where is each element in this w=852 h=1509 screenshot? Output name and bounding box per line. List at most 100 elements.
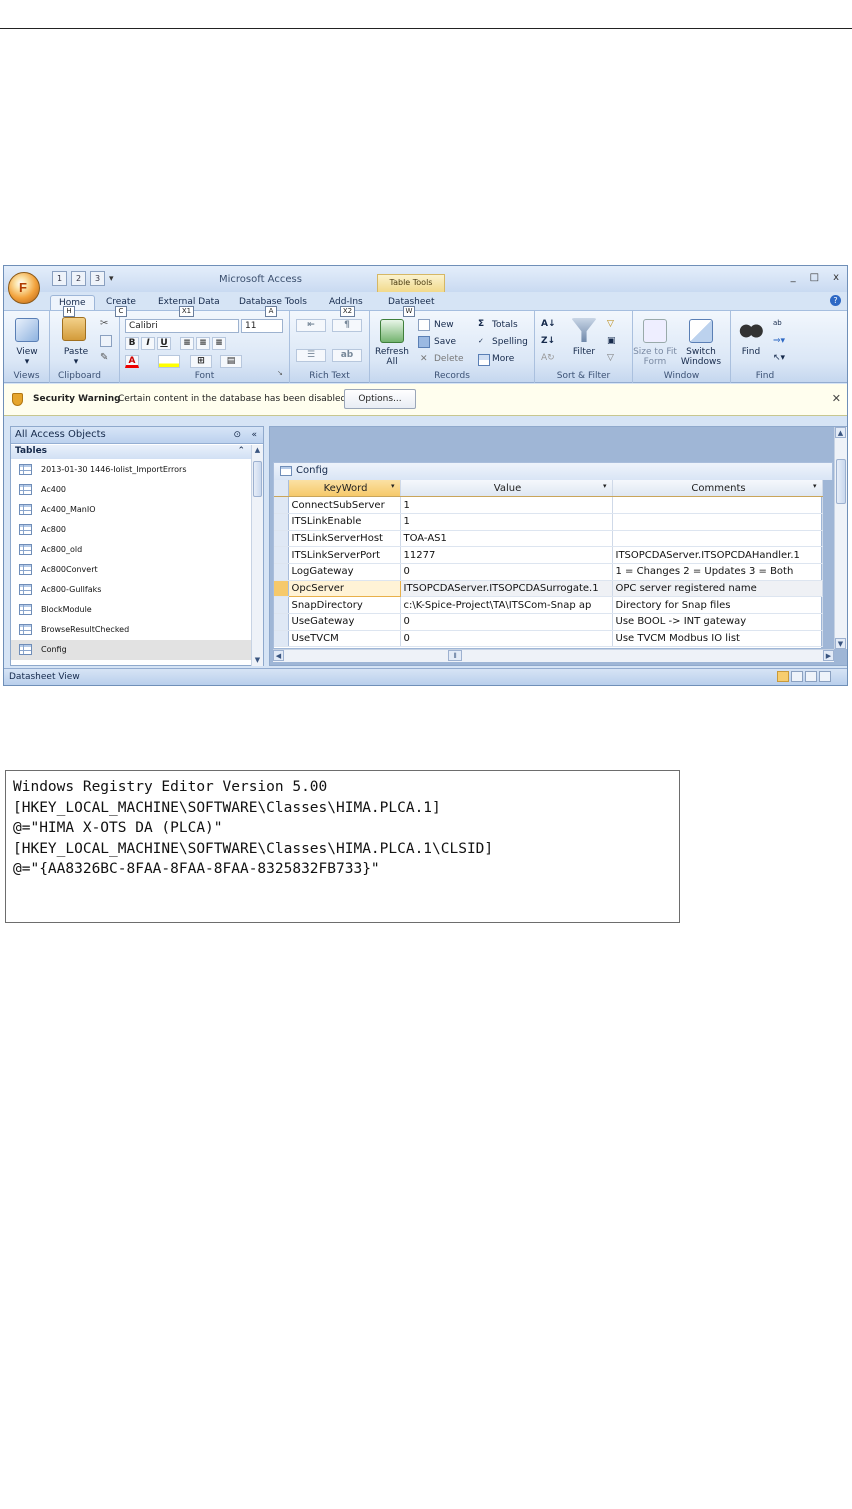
row-selector[interactable] xyxy=(274,630,289,648)
chevron-down-icon[interactable]: ▾ xyxy=(391,482,395,490)
table-row-current[interactable]: OpcServer ITSOPCDAServer.ITSOPCDASurrogat… xyxy=(274,579,823,598)
cell-value[interactable]: 0 xyxy=(400,630,613,648)
chevron-down-icon[interactable]: ▾ xyxy=(813,482,817,490)
nav-item[interactable]: Ac400 xyxy=(11,480,251,500)
cell-comments[interactable] xyxy=(612,513,823,531)
select-icon[interactable]: ↖▾ xyxy=(773,353,785,363)
cell-keyword[interactable]: SnapDirectory xyxy=(288,596,401,614)
cell-comments[interactable]: 1 = Changes 2 = Updates 3 = Both xyxy=(612,563,823,581)
scroll-down-icon[interactable]: ▼ xyxy=(835,638,846,649)
vertical-scroll-thumb[interactable] xyxy=(836,459,846,504)
row-selector[interactable] xyxy=(274,546,289,564)
cell-value[interactable]: 0 xyxy=(400,563,613,581)
font-dialog-launcher-icon[interactable]: ↘ xyxy=(277,369,289,381)
spelling-icon[interactable]: ✓ xyxy=(478,337,484,345)
options-button[interactable]: Options... xyxy=(344,389,416,409)
toggle-filter-icon[interactable]: ▽ xyxy=(607,353,614,363)
scroll-right-icon[interactable]: ▶ xyxy=(823,650,834,661)
table-row[interactable]: SnapDirectory c:\K-Spice-Project\TA\ITSCo… xyxy=(274,596,823,614)
sort-ascending-icon[interactable]: A↓ xyxy=(541,319,556,329)
row-selector[interactable] xyxy=(274,513,289,531)
close-button[interactable]: x xyxy=(833,272,839,283)
bold-button[interactable]: B xyxy=(125,337,139,350)
font-name-combo[interactable]: Calibri xyxy=(125,319,239,333)
nav-item[interactable]: 2013-01-30 1446-Iolist_ImportErrors xyxy=(11,460,251,480)
row-selector[interactable] xyxy=(274,530,289,548)
cell-value[interactable]: ITSOPCDAServer.ITSOPCDASurrogate.1 xyxy=(400,580,613,598)
document-tab-config[interactable]: Config xyxy=(273,462,833,480)
nav-item-selected[interactable]: Config xyxy=(11,640,251,660)
row-selector[interactable] xyxy=(274,613,289,631)
nav-item[interactable]: Ac800_old xyxy=(11,540,251,560)
bullets-icon[interactable]: ☰ xyxy=(296,349,326,362)
shutter-bar-icon[interactable]: « xyxy=(251,427,257,443)
column-header-value[interactable]: Value ▾ xyxy=(400,480,613,498)
scroll-up-icon[interactable]: ▲ xyxy=(252,445,263,456)
nav-item[interactable]: BlockModule xyxy=(11,600,251,620)
undo-icon[interactable]: 2 xyxy=(71,271,86,286)
cell-value[interactable]: 1 xyxy=(400,513,613,531)
table-row[interactable]: LogGateway 0 1 = Changes 2 = Updates 3 = B… xyxy=(274,563,823,581)
row-selector[interactable] xyxy=(274,580,289,598)
new-record-icon[interactable] xyxy=(418,319,430,331)
highlight-icon[interactable]: ab xyxy=(332,349,362,362)
cell-keyword-active[interactable]: OpcServer xyxy=(287,579,401,598)
more-icon[interactable] xyxy=(478,354,490,366)
alternate-fill-icon[interactable]: ▤ xyxy=(220,355,242,368)
save-record-icon[interactable] xyxy=(418,336,430,348)
nav-item[interactable]: Ac400_ManIO xyxy=(11,500,251,520)
filter-button[interactable]: Filter xyxy=(565,347,603,357)
totals-button[interactable]: Totals xyxy=(492,320,518,330)
totals-icon[interactable]: Σ xyxy=(478,319,484,329)
cell-keyword[interactable]: UseTVCM xyxy=(288,630,401,648)
size-to-fit-form-button[interactable]: Size to Fit Form xyxy=(633,347,677,367)
redo-icon[interactable]: 3 xyxy=(90,271,105,286)
horizontal-scrollbar[interactable]: ◀ ⦀ ▶ xyxy=(273,649,834,662)
nav-item[interactable]: Ac800Convert xyxy=(11,560,251,580)
underline-button[interactable]: U xyxy=(157,337,171,350)
decrease-indent-icon[interactable]: ⇤ xyxy=(296,319,326,332)
pivot-chart-view-icon[interactable] xyxy=(805,671,817,682)
paste-icon[interactable] xyxy=(62,317,86,341)
delete-record-button[interactable]: Delete xyxy=(434,354,464,364)
row-selector[interactable] xyxy=(274,563,289,581)
cell-value[interactable]: TOA-AS1 xyxy=(400,530,613,548)
gridlines-icon[interactable]: ⊞ xyxy=(190,355,212,368)
format-painter-icon[interactable]: ✎ xyxy=(100,352,112,364)
chevron-down-icon[interactable]: ▾ xyxy=(603,482,607,490)
sort-descending-icon[interactable]: Z↓ xyxy=(541,336,555,346)
nav-section-tables[interactable]: Tables ⌃ xyxy=(11,445,251,459)
cell-comments[interactable]: Use TVCM Modbus IO list xyxy=(612,630,823,648)
nav-item[interactable]: BrowseResultChecked xyxy=(11,620,251,640)
replace-icon[interactable]: ab xyxy=(773,319,782,327)
nav-scrollbar[interactable]: ▲ ▼ xyxy=(251,445,263,666)
save-icon[interactable]: 1 xyxy=(52,271,67,286)
spelling-button[interactable]: Spelling xyxy=(492,337,528,347)
copy-icon[interactable] xyxy=(100,335,112,347)
table-row[interactable]: UseGateway 0 Use BOOL -> INT gateway xyxy=(274,613,823,631)
font-color-button[interactable]: A xyxy=(125,355,139,368)
find-button[interactable]: Find xyxy=(733,347,769,357)
save-record-button[interactable]: Save xyxy=(434,337,456,347)
cell-keyword[interactable]: ConnectSubServer xyxy=(288,496,401,514)
collapse-icon[interactable]: ⌃ xyxy=(237,445,245,458)
help-icon[interactable]: ? xyxy=(830,295,841,306)
cell-value[interactable]: 11277 xyxy=(400,546,613,564)
row-selector[interactable] xyxy=(274,496,289,514)
goto-icon[interactable]: ⇒▾ xyxy=(773,336,785,346)
cell-comments[interactable]: ITSOPCDAServer.ITSOPCDAHandler.1 xyxy=(612,546,823,564)
paste-button[interactable]: Paste xyxy=(54,347,98,357)
refresh-icon[interactable] xyxy=(380,319,404,343)
customize-qat-icon[interactable]: ▾ xyxy=(109,274,114,284)
pivot-table-view-icon[interactable] xyxy=(791,671,803,682)
vertical-scrollbar[interactable]: ▲ ▼ xyxy=(834,427,847,649)
cell-comments[interactable]: Directory for Snap files xyxy=(612,596,823,614)
paste-dropdown-icon[interactable]: ▾ xyxy=(54,357,98,367)
cell-keyword[interactable]: UseGateway xyxy=(288,613,401,631)
italic-button[interactable]: I xyxy=(141,337,155,350)
align-center-icon[interactable]: ≡ xyxy=(196,337,210,350)
table-row[interactable]: ITSLinkServerPort 11277 ITSOPCDAServer.ITS… xyxy=(274,546,823,564)
cell-keyword[interactable]: ITSLinkServerPort xyxy=(288,546,401,564)
cut-icon[interactable]: ✂ xyxy=(100,318,112,330)
cell-comments[interactable] xyxy=(612,496,823,514)
